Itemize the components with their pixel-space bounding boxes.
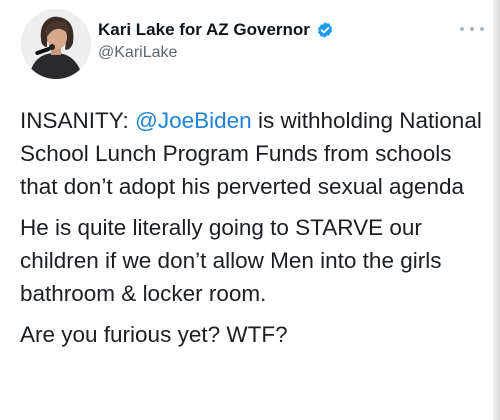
author-display-name[interactable]: Kari Lake for AZ Governor xyxy=(98,20,310,40)
author-block: Kari Lake for AZ Governor @KariLake xyxy=(98,18,334,62)
mention-link[interactable]: @JoeBiden xyxy=(135,108,252,133)
profile-photo-icon xyxy=(21,9,91,79)
more-options-icon[interactable] xyxy=(460,22,484,36)
more-dot xyxy=(460,27,464,31)
tweet-paragraph-2: He is quite literally going to STARVE ou… xyxy=(20,215,442,306)
tweet-text: INSANITY: @JoeBiden is withholding Natio… xyxy=(20,104,490,359)
tweet-paragraph-1: INSANITY: @JoeBiden is withholding Natio… xyxy=(20,104,490,203)
display-name-row: Kari Lake for AZ Governor xyxy=(98,18,334,42)
paragraph-1-prefix: INSANITY: xyxy=(20,108,136,133)
more-dot xyxy=(480,27,484,31)
tweet-card: Kari Lake for AZ Governor @KariLake INSA… xyxy=(0,0,500,420)
more-dot xyxy=(470,27,474,31)
tweet-header: Kari Lake for AZ Governor @KariLake xyxy=(14,8,484,80)
screenshot-edge xyxy=(493,0,500,420)
avatar[interactable] xyxy=(21,9,91,79)
tweet-paragraph-3: Are you furious yet? WTF? xyxy=(20,322,288,347)
author-handle[interactable]: @KariLake xyxy=(98,44,334,62)
verified-badge-icon xyxy=(316,21,334,39)
